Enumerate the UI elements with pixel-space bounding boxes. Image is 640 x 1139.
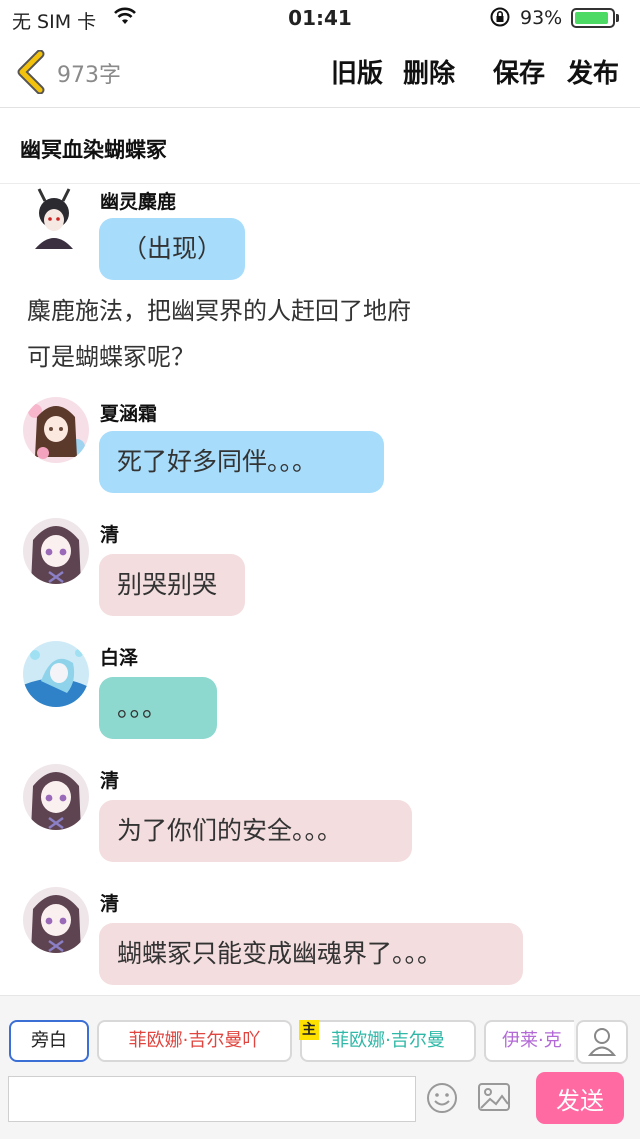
- battery-icon: [571, 8, 615, 28]
- avatar[interactable]: [23, 887, 89, 953]
- picture-icon[interactable]: [477, 1082, 511, 1112]
- speaker-name: 白泽: [100, 647, 139, 669]
- publish-button[interactable]: 发布: [567, 53, 619, 90]
- chat-list[interactable]: 幽灵麋鹿 （出现） 麋鹿施法，把幽冥界的人赶回了地府 可是蝴蝶冢呢？ 夏涵霜 死…: [0, 185, 640, 995]
- contact-button[interactable]: [576, 1020, 628, 1064]
- message-bubble[interactable]: 蝴蝶冢只能变成幽魂界了。。。: [99, 923, 523, 985]
- status-bar: 无 SIM 卡 01:41 93%: [0, 0, 640, 36]
- message-bubble[interactable]: 。。。: [99, 677, 217, 739]
- person-icon: [587, 1028, 617, 1056]
- story-title-row[interactable]: 幽冥血染蝴蝶冢: [0, 109, 640, 184]
- story-title: 幽冥血染蝴蝶冢: [20, 138, 167, 162]
- avatar[interactable]: [25, 187, 87, 249]
- send-button[interactable]: 发送: [536, 1072, 624, 1124]
- message-bubble[interactable]: 为了你们的安全。。。: [99, 800, 412, 862]
- delete-button[interactable]: 删除: [403, 53, 455, 90]
- battery-percent: 93%: [520, 7, 563, 29]
- speaker-name: 幽灵麋鹿: [100, 191, 177, 213]
- save-button[interactable]: 保存: [493, 53, 545, 90]
- nav-bar: 973字 旧版 删除 保存 发布: [0, 36, 640, 108]
- rotation-lock-icon: [490, 7, 510, 27]
- avatar[interactable]: [23, 397, 89, 463]
- message-bubble[interactable]: 死了好多同伴。。。: [99, 431, 384, 493]
- speaker-name: 清: [100, 893, 120, 915]
- narration-line[interactable]: 可是蝴蝶冢呢？: [27, 337, 195, 377]
- avatar[interactable]: [23, 641, 89, 707]
- role-chip-main[interactable]: 菲欧娜·吉尔曼: [300, 1020, 476, 1062]
- back-arrow-icon[interactable]: [14, 50, 48, 94]
- speaker-name: 清: [100, 524, 120, 546]
- message-input[interactable]: [8, 1076, 416, 1122]
- role-chip-narrator[interactable]: 旁白: [9, 1020, 89, 1062]
- speaker-name: 夏涵霜: [100, 403, 158, 425]
- avatar[interactable]: [23, 518, 89, 584]
- avatar[interactable]: [23, 764, 89, 830]
- char-count: 973字: [57, 63, 121, 88]
- speaker-name: 清: [100, 770, 120, 792]
- old-version-button[interactable]: 旧版: [331, 53, 383, 90]
- role-chip[interactable]: 菲欧娜·吉尔曼吖: [97, 1020, 292, 1062]
- composer-bar: 旁白 菲欧娜·吉尔曼吖 菲欧娜·吉尔曼 主 伊莱·克 发送: [0, 995, 640, 1139]
- message-bubble[interactable]: 别哭别哭: [99, 554, 245, 616]
- narration-line[interactable]: 麋鹿施法，把幽冥界的人赶回了地府: [27, 291, 411, 331]
- role-chip[interactable]: 伊莱·克: [484, 1020, 574, 1062]
- smiley-icon[interactable]: [426, 1082, 458, 1114]
- message-bubble[interactable]: （出现）: [99, 218, 245, 280]
- main-role-badge: 主: [299, 1020, 319, 1040]
